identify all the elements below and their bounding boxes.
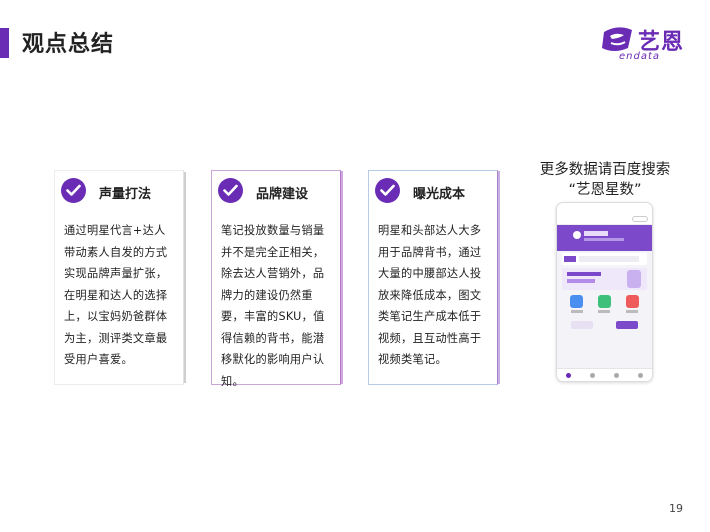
card-body: 通过明星代言+达人带动素人自发的方式实现品牌声量扩张，在明星和达人的选择上，以宝… <box>64 224 168 366</box>
rank-icon <box>613 372 619 378</box>
card-header: 声量打法 <box>55 171 183 211</box>
phone-nav-bar <box>557 214 652 225</box>
app-screenshot <box>556 202 653 382</box>
mini-program-menu-icon <box>632 216 648 222</box>
phone-promo-line <box>567 279 595 283</box>
title-accent-bar <box>0 28 9 58</box>
phone-search-tab <box>564 256 576 262</box>
phone-feature-grid <box>557 293 652 308</box>
phone-promo-figure <box>627 270 641 288</box>
phone-promo-line <box>567 272 601 276</box>
phone-tab-button <box>571 321 593 329</box>
summary-card-brand: 品牌建设 笔记投放数量与销量并不是完全正相关，除去达人营销外，品牌力的建设仍然重… <box>211 170 341 388</box>
app-logo-mark <box>584 231 608 236</box>
check-circle-icon <box>375 178 400 203</box>
phone-tab-bar <box>557 368 652 381</box>
summary-card-exposure-cost: 曝光成本 明星和头部达人大多用于品牌背书，通过大量的中腰部达人投放来降低成本，图… <box>368 170 498 385</box>
app-logo-icon <box>573 231 581 239</box>
page-number: 19 <box>669 502 683 515</box>
app-logo-subline <box>584 238 624 241</box>
phone-search-bar <box>579 256 639 262</box>
card-header: 曝光成本 <box>369 171 497 211</box>
card-body: 笔记投放数量与销量并不是完全正相关，除去达人营销外，品牌力的建设仍然重要，丰富的… <box>221 224 325 388</box>
phone-tab-buttons <box>557 313 652 329</box>
phone-status-bar <box>557 203 652 214</box>
check-circle-icon <box>61 178 86 203</box>
phone-feature-label <box>626 310 639 313</box>
list-icon <box>597 295 611 308</box>
user-icon <box>570 295 584 308</box>
page-title: 观点总结 <box>22 32 115 57</box>
phone-feature-label <box>570 310 583 313</box>
check-circle-icon <box>218 178 243 203</box>
phone-tab-button-active <box>616 321 638 329</box>
summary-card-volume: 声量打法 通过明星代言+达人带动素人自发的方式实现品牌声量扩张，在明星和达人的选… <box>54 170 184 385</box>
heart-icon <box>625 295 639 308</box>
brand-logo: 艺恩 endata <box>598 22 688 66</box>
phone-search <box>562 253 647 265</box>
card-header: 品牌建设 <box>212 171 340 211</box>
card-title: 品牌建设 <box>256 187 309 202</box>
phone-banner <box>557 225 652 251</box>
promo-line-1: 更多数据请百度搜索 <box>539 162 671 178</box>
logo-text-en: endata <box>619 51 661 62</box>
phone-feature-labels <box>557 308 652 313</box>
phone-promo-banner <box>562 268 647 290</box>
promo-line-2: “艺恩星数” <box>568 182 642 198</box>
discover-icon <box>590 372 596 378</box>
card-title: 声量打法 <box>99 187 152 202</box>
promo-text: 更多数据请百度搜索 “艺恩星数” <box>525 160 685 200</box>
phone-feature-label <box>598 310 611 313</box>
home-icon <box>566 372 572 378</box>
card-title: 曝光成本 <box>413 187 466 202</box>
profile-icon <box>637 372 643 378</box>
card-body: 明星和头部达人大多用于品牌背书，通过大量的中腰部达人投放来降低成本，图文类笔记生… <box>378 224 482 366</box>
